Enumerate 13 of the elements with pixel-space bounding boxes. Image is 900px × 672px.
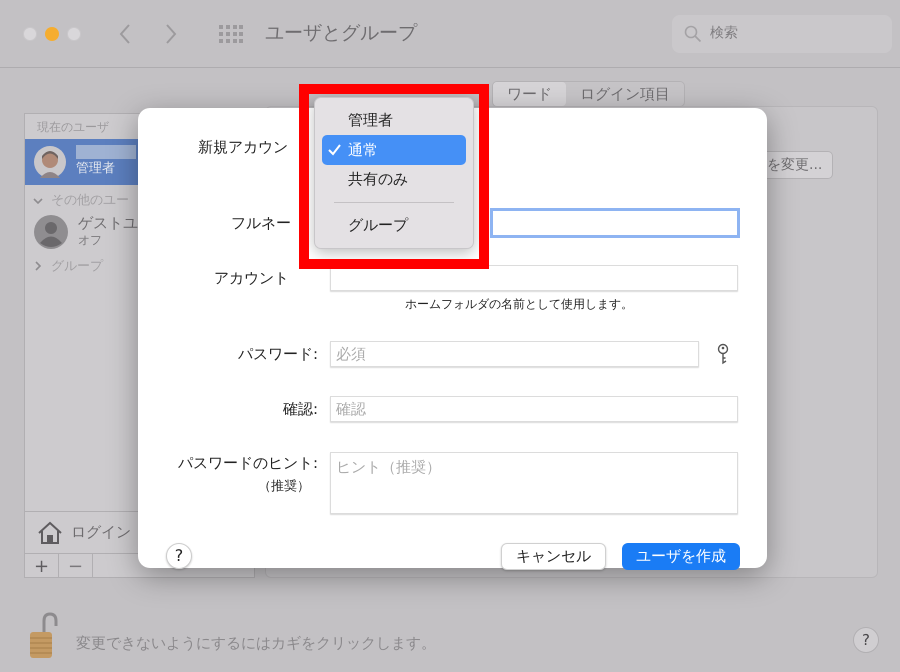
field-label: パスワードのヒント: [178,453,318,474]
field-label: 確認: [282,398,318,420]
lock-message: 変更できないようにするにはカギをクリックします。 [76,632,436,654]
field-sublabel: （推奨） [258,478,310,496]
user-name: ゲストユ [78,214,138,232]
user-role: 管理者 [76,160,116,178]
field-label: パスワード: [236,344,318,365]
window-title: ユーザとグループ [265,21,417,46]
field-label: フルネー [231,212,291,234]
field-label: アカウント [214,268,289,289]
user-status: オフ [78,232,103,248]
field-label: 新規アカウン [198,137,288,158]
field-note: ホームフォルダの名前として使用します。 [405,296,633,313]
